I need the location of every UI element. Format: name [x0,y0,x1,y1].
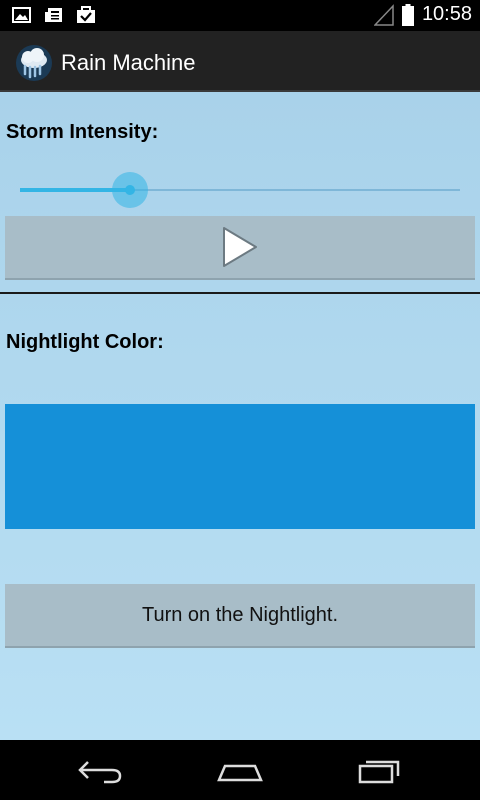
storm-intensity-slider[interactable] [20,172,460,208]
clock: 10:58 [421,3,472,25]
app-title: Rain Machine [61,50,196,75]
news-icon [45,8,62,22]
slider-thumb[interactable] [125,185,135,195]
action-bar: Rain Machine [0,31,480,92]
battery-icon [401,3,414,26]
rain-cloud-icon[interactable] [15,44,53,82]
section-divider [0,292,480,294]
main-content: Storm Intensity: Nightlight Color: Turn … [0,92,480,740]
nightlight-color-label: Nightlight Color: [6,331,164,353]
task-check-icon [77,6,95,23]
status-bar: 10:58 [0,0,480,31]
play-button[interactable] [5,216,475,280]
play-icon [223,227,257,267]
signal-icon [373,3,394,26]
image-icon [12,7,31,23]
storm-intensity-label: Storm Intensity: [6,121,159,143]
navigation-bar [0,740,480,800]
nightlight-color-swatch[interactable] [5,404,475,529]
nightlight-button-label: Turn on the Nightlight. [141,603,339,626]
recent-apps-icon[interactable] [356,754,404,786]
nightlight-toggle-button[interactable]: Turn on the Nightlight. [5,584,475,648]
home-icon[interactable] [216,754,264,786]
back-icon[interactable] [76,754,124,786]
